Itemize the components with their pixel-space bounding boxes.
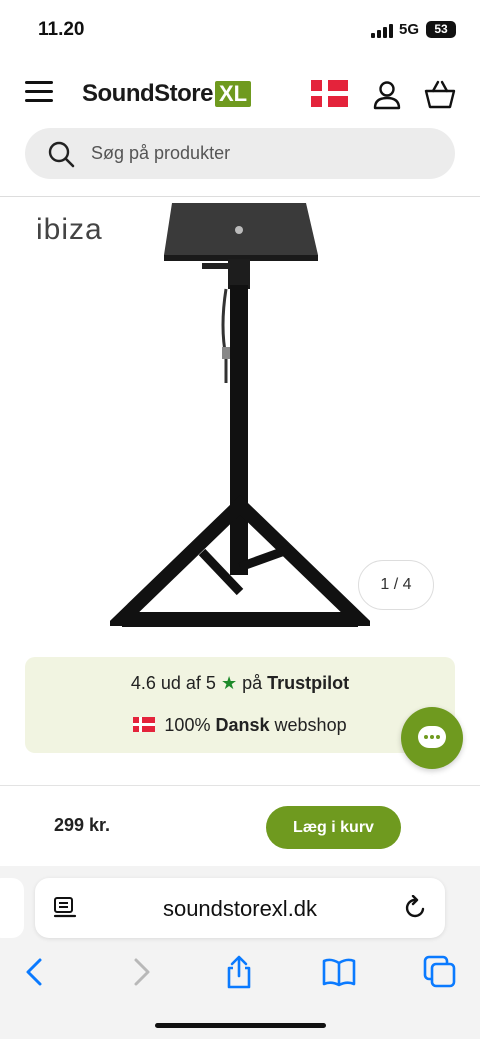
forward-icon[interactable] bbox=[122, 954, 158, 990]
buy-bar-divider bbox=[0, 785, 480, 786]
home-indicator bbox=[155, 1023, 326, 1028]
menu-icon[interactable] bbox=[25, 81, 53, 105]
trustpilot-rating: 4.6 ud af 5 ★ på Trustpilot bbox=[25, 673, 455, 694]
share-icon[interactable] bbox=[221, 954, 257, 990]
danish-webshop-line: 100% Dansk webshop bbox=[25, 715, 455, 736]
address-bar[interactable]: soundstorexl.dk bbox=[35, 878, 445, 938]
logo-word: SoundStore bbox=[82, 80, 214, 107]
account-icon[interactable] bbox=[372, 80, 402, 110]
network-type: 5G bbox=[399, 21, 420, 38]
battery-icon: 53 bbox=[426, 21, 456, 38]
brand-logo: ibiza bbox=[36, 213, 103, 246]
trustpilot-banner: 4.6 ud af 5 ★ på Trustpilot 100% Dansk w… bbox=[25, 657, 455, 753]
chat-button[interactable] bbox=[401, 707, 463, 769]
trustpilot-label: Trustpilot bbox=[267, 673, 350, 693]
image-pager[interactable]: 1 / 4 bbox=[358, 560, 434, 610]
bookmarks-icon[interactable] bbox=[321, 954, 357, 990]
previous-tab-preview[interactable] bbox=[0, 878, 24, 938]
basket-icon[interactable] bbox=[424, 80, 456, 110]
search-icon bbox=[48, 141, 75, 167]
browser-toolbar: soundstorexl.dk bbox=[0, 866, 480, 1039]
logo-badge: XL bbox=[215, 81, 252, 107]
danish-flag-icon[interactable] bbox=[311, 80, 348, 107]
percent-text: 100% bbox=[164, 715, 211, 735]
site-header: SoundStore XL bbox=[0, 62, 480, 126]
add-to-cart-button[interactable]: Læg i kurv bbox=[266, 806, 401, 849]
status-bar: 11.20 5G 53 bbox=[0, 0, 480, 62]
site-logo[interactable]: SoundStore XL bbox=[82, 80, 252, 108]
product-price: 299 kr. bbox=[54, 815, 111, 835]
dansk-text: Dansk bbox=[215, 715, 270, 735]
search-input[interactable]: Søg på produkter bbox=[25, 128, 455, 179]
rating-text: 4.6 ud af 5 bbox=[130, 673, 216, 693]
product-image bbox=[110, 203, 370, 627]
product-gallery[interactable]: ibiza 1 / 4 bbox=[0, 197, 480, 642]
browser-nav-row bbox=[0, 948, 480, 992]
url-text: soundstorexl.dk bbox=[162, 896, 318, 921]
status-time: 11.20 bbox=[38, 19, 85, 40]
search-placeholder: Søg på produkter bbox=[91, 143, 231, 163]
cellular-signal-icon bbox=[371, 24, 393, 38]
reload-icon[interactable] bbox=[402, 895, 428, 921]
danish-flag-icon bbox=[133, 717, 156, 732]
star-icon: ★ bbox=[220, 673, 238, 693]
tabs-icon[interactable] bbox=[422, 954, 458, 990]
rating-on: på bbox=[242, 673, 263, 693]
webshop-text: webshop bbox=[274, 715, 347, 735]
back-icon[interactable] bbox=[18, 954, 54, 990]
